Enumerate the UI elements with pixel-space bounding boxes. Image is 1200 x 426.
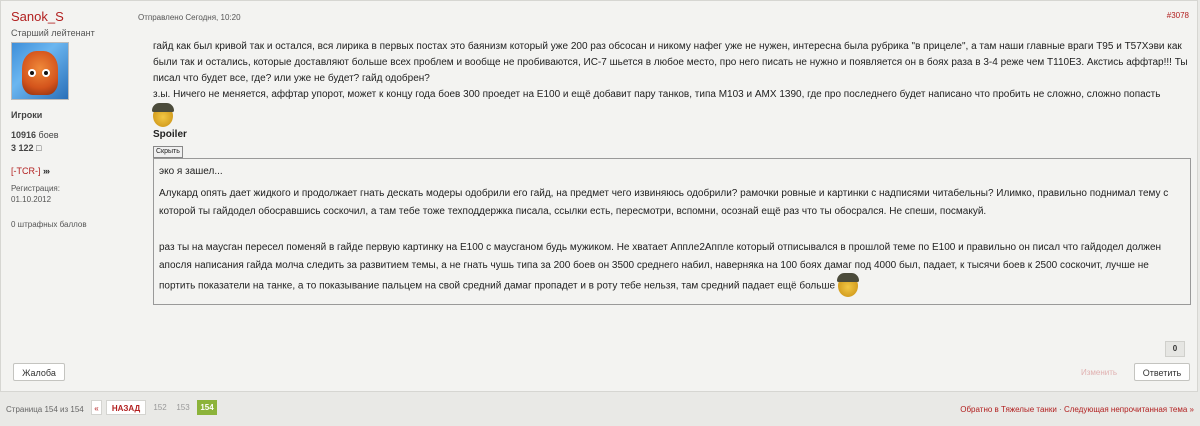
post-body-ps: з.ы. Ничего не меняется, аффтар упорот, … xyxy=(153,89,1161,100)
back-page-button[interactable]: НАЗАД xyxy=(106,400,146,415)
spoiler-paragraph-3: раз ты на маусган пересел поменяй в гайд… xyxy=(159,239,1185,297)
author-battles: 10916 боев xyxy=(11,130,131,140)
spoiler-icon xyxy=(152,103,1193,127)
spoiler-paragraph-3-text: раз ты на маусган пересел поменяй в гайд… xyxy=(159,242,1162,292)
page-link-152[interactable]: 152 xyxy=(150,400,170,415)
first-page-button[interactable]: « xyxy=(91,400,102,415)
registration-label: Регистрация: xyxy=(11,184,60,193)
post-timestamp: Отправлено Сегодня, 10:20 xyxy=(138,13,241,22)
speech-bubble-icon: □ xyxy=(36,143,42,153)
post-body-paragraph: гайд как был кривой так и остался, вся л… xyxy=(153,41,1188,84)
author-clan[interactable]: [-TCR-] ››› xyxy=(11,166,131,176)
spoiler-line-1: эко я зашел... xyxy=(159,166,223,177)
back-to-forum-link[interactable]: Обратно в Тяжелые танки xyxy=(960,405,1057,414)
edit-link[interactable]: Изменить xyxy=(1081,368,1117,377)
author-messages: 3 122 □ xyxy=(11,143,131,153)
post-number-link[interactable]: #3078 xyxy=(1167,11,1189,20)
reply-button[interactable]: Ответить xyxy=(1134,363,1190,381)
pagination-bar: Страница 154 из 154 « НАЗАД 152 153 154 … xyxy=(0,398,1200,420)
page-link-153[interactable]: 153 xyxy=(173,400,193,415)
spoiler-hide-button[interactable]: Скрыть xyxy=(153,146,183,158)
clan-tag[interactable]: [-TCR-] xyxy=(11,166,41,176)
battles-label: боев xyxy=(38,130,59,140)
post-body: гайд как был кривой так и остался, вся л… xyxy=(152,39,1193,159)
penalty-points: 0 штрафных баллов xyxy=(11,220,87,229)
avatar-eye-left xyxy=(28,69,36,77)
messages-count: 3 122 xyxy=(11,143,34,153)
bottom-nav-links: Обратно в Тяжелые танки · Следующая непр… xyxy=(960,405,1194,414)
forum-post: Sanok_S Старший лейтенант Игроки 10916 б… xyxy=(0,0,1198,392)
next-unread-topic-link[interactable]: Следующая непрочитанная тема » xyxy=(1064,405,1194,414)
author-group: Игроки xyxy=(11,110,43,120)
battles-count: 10916 xyxy=(11,130,37,140)
page-count-label: Страница 154 из 154 xyxy=(6,405,84,414)
spoiler-content: эко я зашел... Алукард опять дает жидког… xyxy=(153,158,1191,305)
author-rank: Старший лейтенант xyxy=(11,28,95,38)
chevron-rank-icon: ››› xyxy=(43,166,50,176)
registration-date: 01.10.2012 xyxy=(11,195,52,204)
smiley-helmet-icon xyxy=(836,273,859,297)
spoiler-paragraph-2: Алукард опять дает жидкого и продолжает … xyxy=(159,188,1169,217)
avatar-eye-right xyxy=(42,69,50,77)
author-sidebar: Sanok_S Старший лейтенант Игроки 10916 б… xyxy=(1,1,131,361)
author-avatar[interactable] xyxy=(11,42,69,100)
spoiler-title: Spoiler xyxy=(153,129,187,140)
nav-separator: · xyxy=(1059,405,1062,414)
smiley-helmet-icon xyxy=(152,103,174,127)
avatar-creature-graphic xyxy=(22,51,58,95)
author-name-link[interactable]: Sanok_S xyxy=(11,9,131,24)
current-page: 154 xyxy=(197,400,217,415)
report-button[interactable]: Жалоба xyxy=(13,363,65,381)
reputation-count[interactable]: 0 xyxy=(1165,341,1185,357)
